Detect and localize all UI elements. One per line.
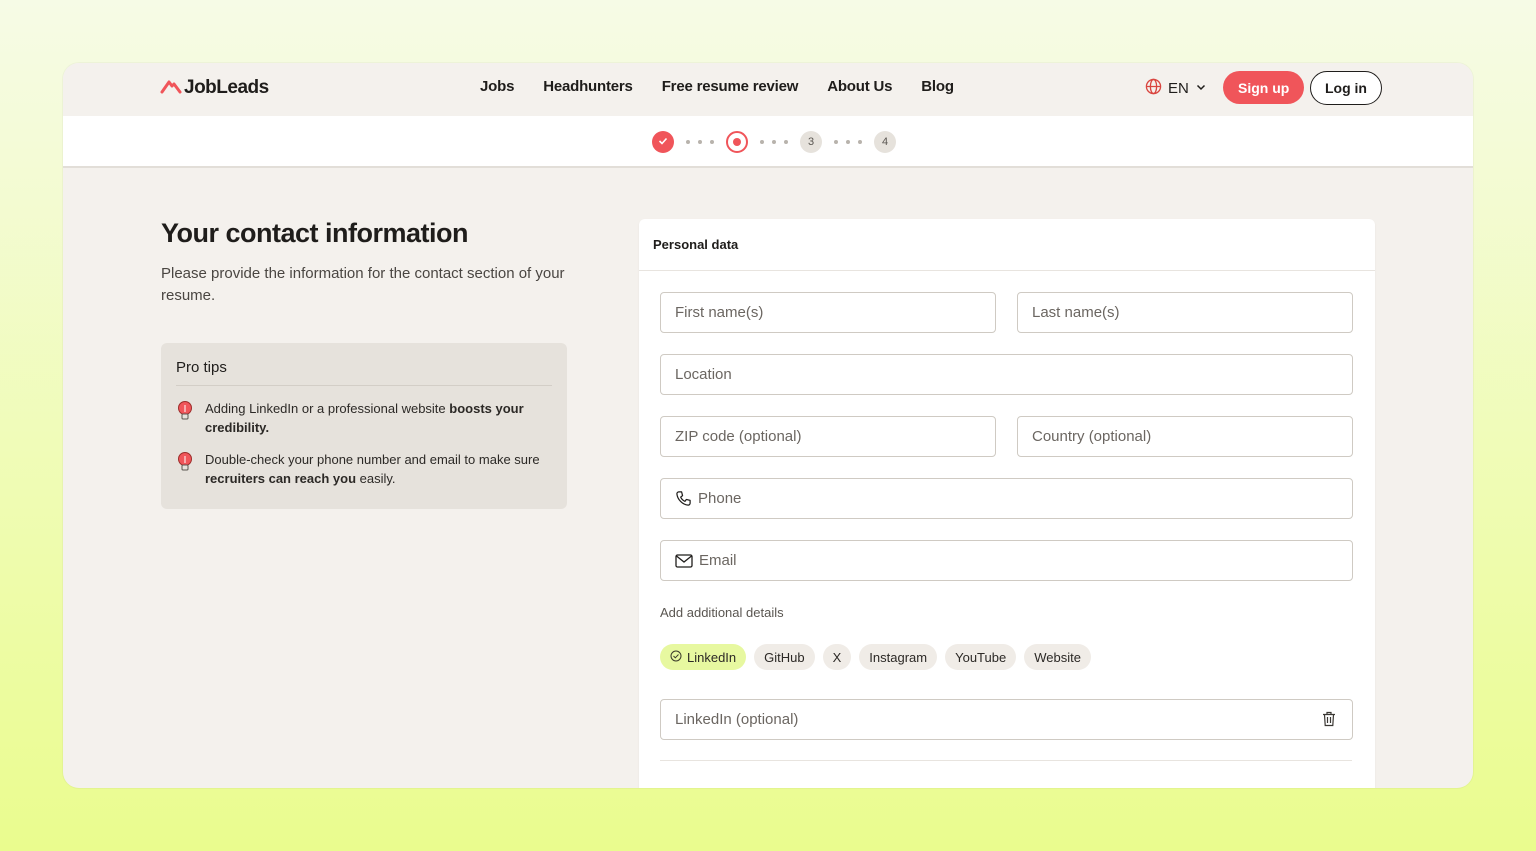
zip-field[interactable]: ZIP code (optional) — [660, 416, 996, 457]
email-placeholder: Email — [699, 552, 737, 569]
pro-tips-box: Pro tips Adding LinkedIn or a profession… — [161, 343, 567, 509]
step-3: 3 — [800, 131, 822, 153]
chip-linkedin[interactable]: LinkedIn — [660, 644, 747, 670]
first-name-field[interactable]: First name(s) — [660, 292, 996, 333]
step-4: 4 — [874, 131, 896, 153]
mail-icon — [675, 553, 693, 568]
first-name-placeholder: First name(s) — [675, 304, 764, 321]
chevron-down-icon — [1195, 80, 1207, 97]
linkedin-field[interactable]: LinkedIn (optional) — [660, 699, 1353, 740]
main-nav: Jobs Headhunters Free resume review Abou… — [480, 78, 954, 95]
location-field[interactable]: Location — [660, 354, 1353, 395]
linkedin-placeholder: LinkedIn (optional) — [675, 711, 799, 728]
step-connector — [686, 140, 714, 144]
nav-about-us[interactable]: About Us — [827, 78, 892, 95]
country-field[interactable]: Country (optional) — [1017, 416, 1353, 457]
intro-column: Your contact information Please provide … — [161, 218, 567, 509]
email-field[interactable]: Email — [660, 540, 1353, 581]
tip-text: Adding LinkedIn or a professional websit… — [205, 401, 524, 435]
step-connector — [834, 140, 862, 144]
last-name-placeholder: Last name(s) — [1032, 304, 1120, 321]
tip-item: Double-check your phone number and email… — [176, 450, 552, 488]
page-subtitle: Please provide the information for the c… — [161, 265, 565, 304]
logo-mark-icon — [160, 78, 182, 99]
trash-icon[interactable] — [1322, 711, 1336, 731]
chip-github[interactable]: GitHub — [754, 644, 815, 670]
step-1-done — [652, 131, 674, 153]
check-circle-icon — [670, 650, 682, 665]
tip-item: Adding LinkedIn or a professional websit… — [176, 399, 552, 437]
nav-jobs[interactable]: Jobs — [480, 78, 514, 95]
phone-icon — [675, 490, 692, 507]
logo[interactable]: JobLeads — [160, 77, 269, 99]
zip-placeholder: ZIP code (optional) — [675, 428, 802, 445]
chip-instagram[interactable]: Instagram — [859, 644, 938, 670]
phone-field[interactable]: Phone — [660, 478, 1353, 519]
location-placeholder: Location — [675, 366, 732, 383]
step-2-active — [726, 131, 748, 153]
social-chips: LinkedIn GitHub X Instagram YouTube Webs… — [660, 644, 1091, 670]
country-placeholder: Country (optional) — [1032, 428, 1152, 445]
page-title: Your contact information — [161, 218, 469, 248]
logo-text: JobLeads — [184, 77, 269, 98]
globe-icon — [1145, 78, 1162, 99]
pro-tips-title: Pro tips — [176, 359, 552, 386]
signup-button[interactable]: Sign up — [1223, 71, 1305, 104]
lightbulb-icon — [176, 450, 195, 488]
chip-website[interactable]: Website — [1024, 644, 1091, 670]
lightbulb-icon — [176, 399, 195, 437]
phone-placeholder: Phone — [698, 490, 742, 507]
progress-stepper: 3 4 — [63, 116, 1473, 168]
check-icon — [657, 135, 669, 150]
language-selector[interactable]: EN — [1145, 78, 1207, 99]
nav-free-resume-review[interactable]: Free resume review — [662, 78, 799, 95]
card-title: Personal data — [639, 219, 1375, 271]
additional-details-label: Add additional details — [660, 605, 784, 620]
divider — [660, 760, 1352, 761]
chip-x[interactable]: X — [822, 644, 852, 670]
chip-youtube[interactable]: YouTube — [945, 644, 1017, 670]
top-navbar: JobLeads Jobs Headhunters Free resume re… — [63, 63, 1473, 116]
tip-text: Double-check your phone number and email… — [205, 452, 540, 486]
last-name-field[interactable]: Last name(s) — [1017, 292, 1353, 333]
nav-headhunters[interactable]: Headhunters — [543, 78, 633, 95]
login-button[interactable]: Log in — [1310, 71, 1382, 105]
step-connector — [760, 140, 788, 144]
app-window: JobLeads Jobs Headhunters Free resume re… — [63, 63, 1473, 788]
nav-blog[interactable]: Blog — [921, 78, 954, 95]
language-label: EN — [1168, 80, 1189, 97]
personal-data-card: Personal data First name(s) Last name(s)… — [639, 219, 1375, 788]
